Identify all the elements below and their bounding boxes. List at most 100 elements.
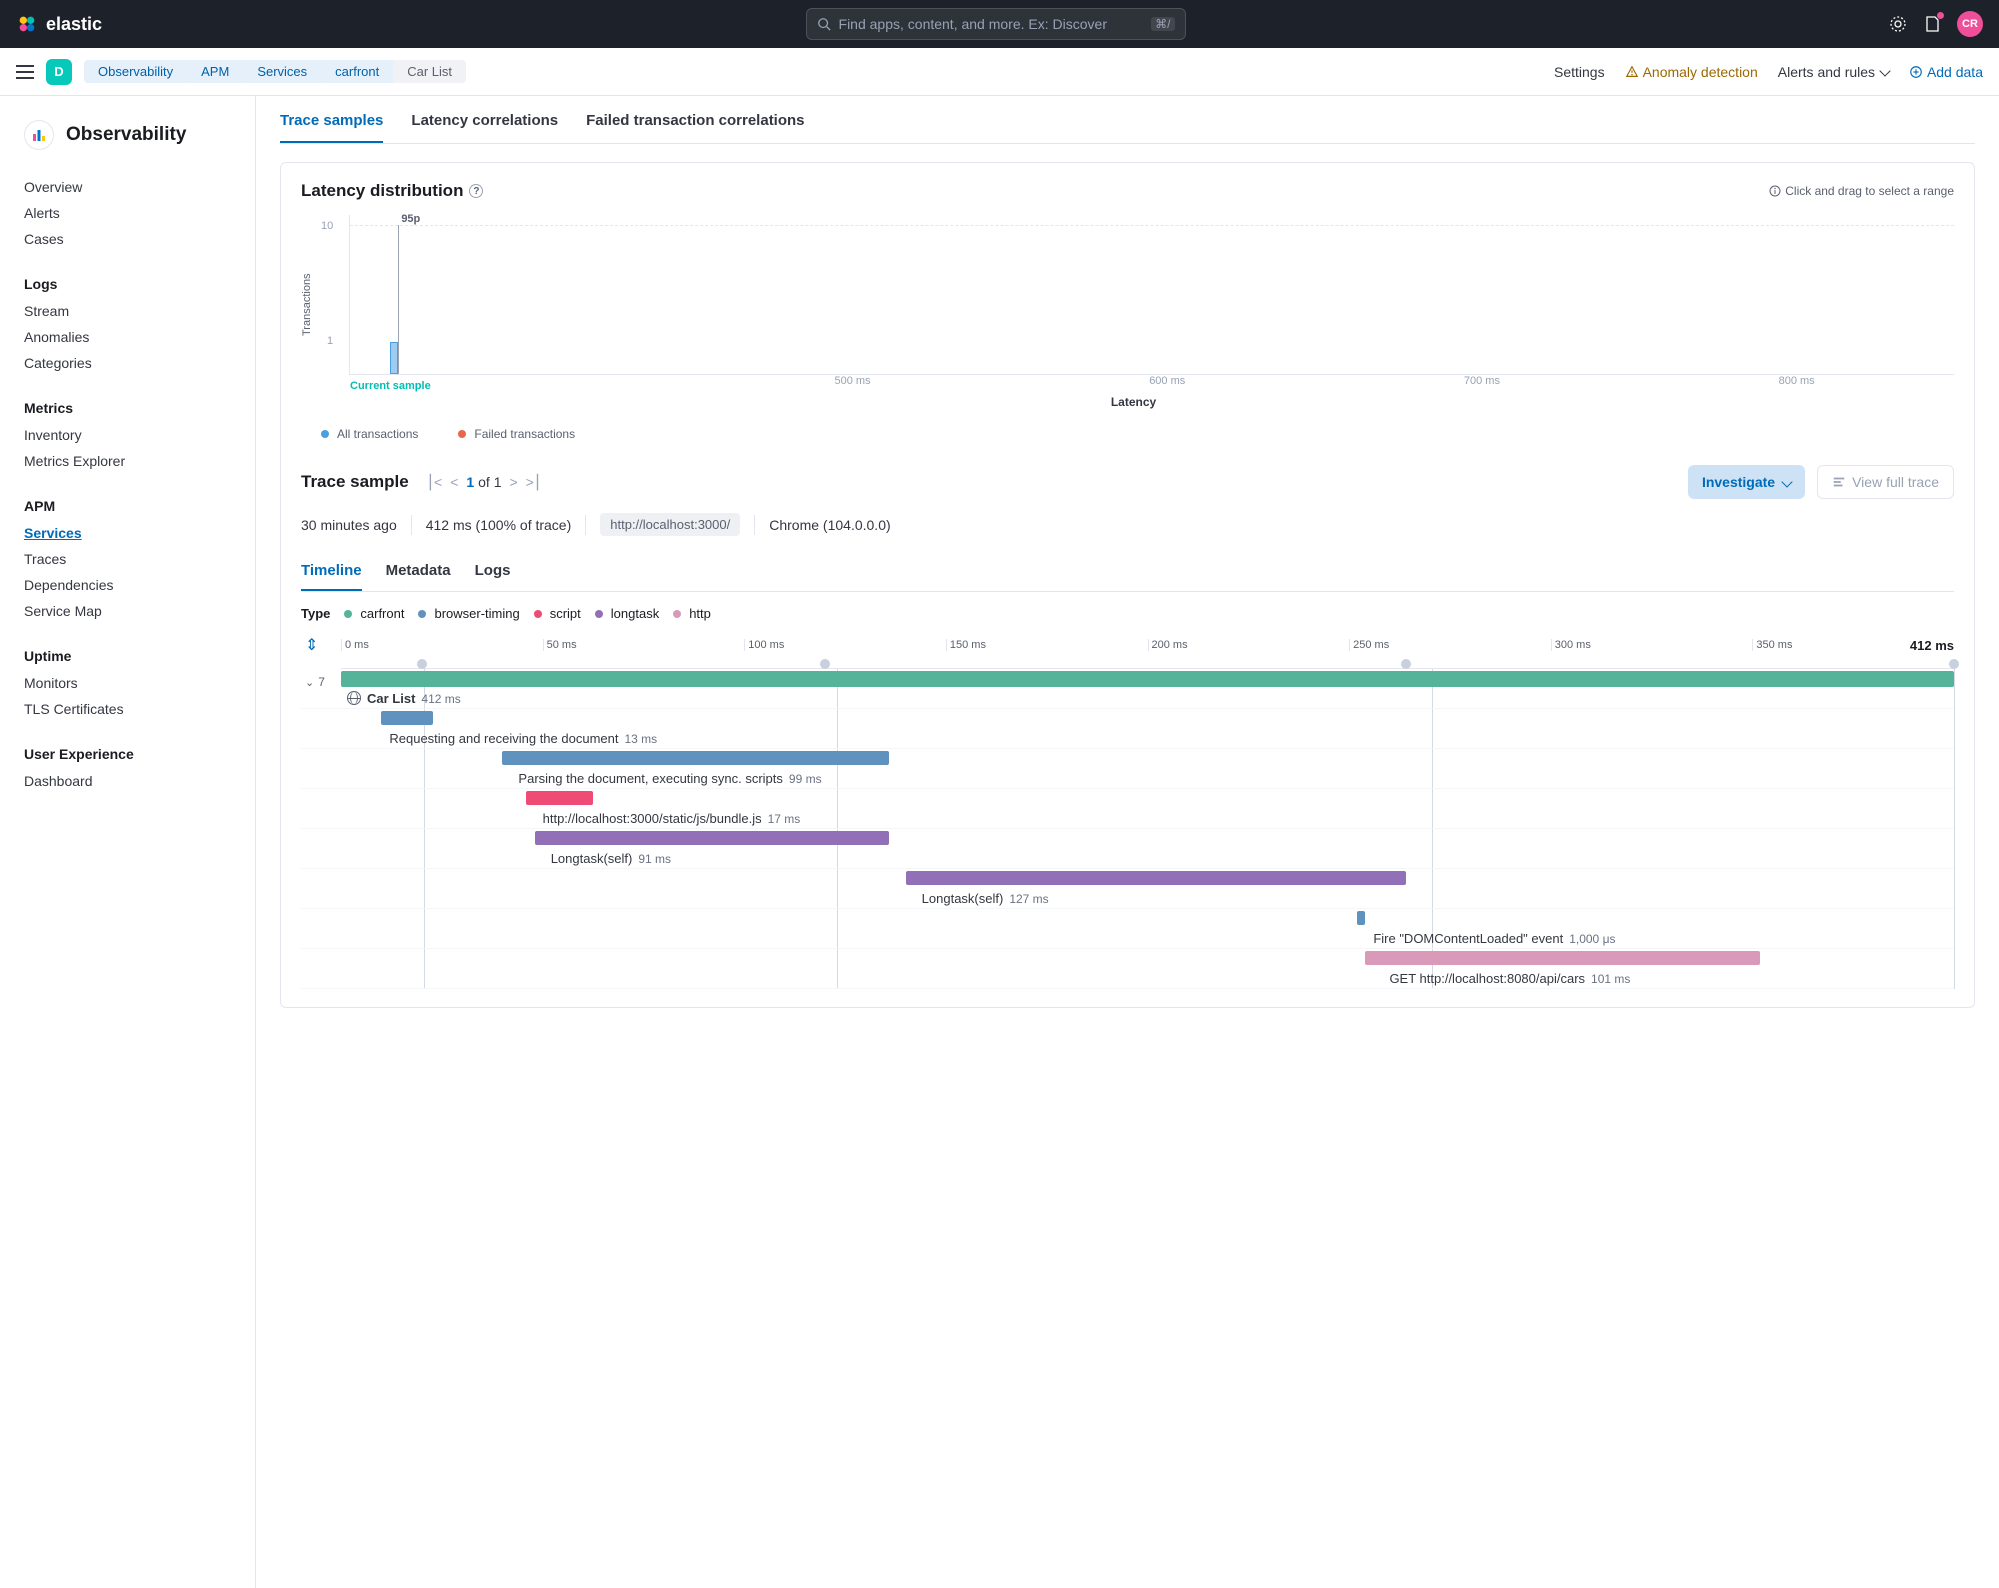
sidebar-item-anomalies[interactable]: Anomalies bbox=[0, 324, 255, 350]
wf-row[interactable]: Longtask(self)91 ms bbox=[301, 829, 1954, 869]
latency-hint: Click and drag to select a range bbox=[1769, 184, 1954, 198]
subtab-logs[interactable]: Logs bbox=[475, 552, 511, 591]
type-carfront[interactable]: carfront bbox=[344, 606, 404, 621]
wf-row[interactable]: Parsing the document, executing sync. sc… bbox=[301, 749, 1954, 789]
tab-latency-correlations[interactable]: Latency correlations bbox=[411, 96, 558, 143]
sidebar-item-cases[interactable]: Cases bbox=[0, 226, 255, 252]
trace-url[interactable]: http://localhost:3000/ bbox=[600, 513, 740, 536]
legend-failed[interactable]: Failed transactions bbox=[458, 427, 575, 441]
anomaly-detection-link[interactable]: Anomaly detection bbox=[1625, 64, 1758, 80]
wf-bar[interactable] bbox=[502, 751, 889, 765]
pager-next-icon[interactable]: > bbox=[509, 474, 517, 490]
sidebar-item-monitors[interactable]: Monitors bbox=[0, 670, 255, 696]
wf-bar[interactable] bbox=[381, 711, 433, 725]
wf-row[interactable]: ⌄ 7Car List412 ms bbox=[301, 669, 1954, 709]
crumb-observability[interactable]: Observability bbox=[84, 60, 187, 83]
newsfeed-icon[interactable] bbox=[1923, 15, 1941, 33]
user-avatar[interactable]: CR bbox=[1957, 11, 1983, 37]
tab-trace-samples[interactable]: Trace samples bbox=[280, 96, 383, 143]
warning-icon bbox=[1625, 65, 1639, 79]
logo[interactable]: elastic bbox=[16, 13, 102, 35]
alerts-rules-link[interactable]: Alerts and rules bbox=[1778, 64, 1889, 80]
search-placeholder: Find apps, content, and more. Ex: Discov… bbox=[839, 16, 1144, 32]
space-badge[interactable]: D bbox=[46, 59, 72, 85]
main-content: Trace samples Latency correlations Faile… bbox=[256, 96, 1999, 1588]
y-axis-label: Transactions bbox=[301, 201, 313, 409]
sidebar-item-categories[interactable]: Categories bbox=[0, 350, 255, 376]
crumb-carfront[interactable]: carfront bbox=[321, 60, 393, 83]
tabs: Trace samples Latency correlations Faile… bbox=[280, 96, 1975, 144]
x-axis-label: Latency bbox=[313, 395, 1954, 409]
add-data-link[interactable]: Add data bbox=[1909, 64, 1983, 80]
current-sample-label: Current sample bbox=[350, 380, 431, 392]
sidebar-item-alerts[interactable]: Alerts bbox=[0, 200, 255, 226]
latency-panel: Latency distribution? Click and drag to … bbox=[280, 162, 1975, 1008]
settings-link[interactable]: Settings bbox=[1554, 64, 1605, 80]
topbar: elastic Find apps, content, and more. Ex… bbox=[0, 0, 1999, 48]
sidebar-label-ux: User Experience bbox=[0, 740, 255, 768]
subtab-timeline[interactable]: Timeline bbox=[301, 552, 362, 591]
sidebar-item-inventory[interactable]: Inventory bbox=[0, 422, 255, 448]
type-script[interactable]: script bbox=[534, 606, 581, 621]
sidebar-label-metrics: Metrics bbox=[0, 394, 255, 422]
wf-row[interactable]: Fire "DOMContentLoaded" event1,000 μs bbox=[301, 909, 1954, 949]
global-search[interactable]: Find apps, content, and more. Ex: Discov… bbox=[806, 8, 1186, 40]
sidebar-label-uptime: Uptime bbox=[0, 642, 255, 670]
sidebar-item-stream[interactable]: Stream bbox=[0, 298, 255, 324]
type-browser-timing[interactable]: browser-timing bbox=[418, 606, 519, 621]
sidebar-item-tls[interactable]: TLS Certificates bbox=[0, 696, 255, 722]
latency-chart[interactable]: 10 1 95p Current sample bbox=[313, 215, 1954, 375]
crumb-carlist[interactable]: Car List bbox=[393, 60, 466, 83]
wf-bar[interactable] bbox=[1365, 951, 1760, 965]
menu-toggle-icon[interactable] bbox=[16, 65, 34, 79]
wf-marker[interactable] bbox=[820, 659, 830, 669]
view-full-trace-button[interactable]: View full trace bbox=[1817, 465, 1954, 499]
subtabs: Timeline Metadata Logs bbox=[301, 552, 1954, 592]
wf-bar[interactable] bbox=[535, 831, 890, 845]
wf-bar[interactable] bbox=[341, 671, 1954, 687]
sidebar-label-apm: APM bbox=[0, 492, 255, 520]
trace-useragent: Chrome (104.0.0.0) bbox=[769, 517, 890, 533]
tab-failed-correlations[interactable]: Failed transaction correlations bbox=[586, 96, 804, 143]
ruler-collapse-icon[interactable]: ⇕ bbox=[305, 635, 325, 655]
wf-row[interactable]: Requesting and receiving the document13 … bbox=[301, 709, 1954, 749]
ruler-end: 412 ms bbox=[1910, 638, 1954, 653]
sidebar-item-services[interactable]: Services bbox=[0, 520, 255, 546]
plus-circle-icon bbox=[1909, 65, 1923, 79]
subtab-metadata[interactable]: Metadata bbox=[386, 552, 451, 591]
trace-meta: 30 minutes ago 412 ms (100% of trace) ht… bbox=[301, 513, 1954, 536]
elastic-logo-icon bbox=[16, 13, 38, 35]
crumb-apm[interactable]: APM bbox=[187, 60, 243, 83]
wf-marker[interactable] bbox=[1401, 659, 1411, 669]
wf-row[interactable]: http://localhost:3000/static/js/bundle.j… bbox=[301, 789, 1954, 829]
wf-bar[interactable] bbox=[1357, 911, 1365, 925]
sidebar-item-traces[interactable]: Traces bbox=[0, 546, 255, 572]
wf-bar[interactable] bbox=[526, 791, 592, 805]
sidebar-item-dashboard[interactable]: Dashboard bbox=[0, 768, 255, 794]
type-longtask[interactable]: longtask bbox=[595, 606, 659, 621]
wf-marker[interactable] bbox=[417, 659, 427, 669]
help-icon[interactable] bbox=[1889, 15, 1907, 33]
sidebar-item-overview[interactable]: Overview bbox=[0, 174, 255, 200]
pager-last-icon[interactable]: >⎮ bbox=[526, 474, 541, 491]
sidebar-item-service-map[interactable]: Service Map bbox=[0, 598, 255, 624]
legend-all[interactable]: All transactions bbox=[321, 427, 418, 441]
crumb-services[interactable]: Services bbox=[243, 60, 321, 83]
help-icon[interactable]: ? bbox=[469, 184, 483, 198]
investigate-button[interactable]: Investigate bbox=[1688, 465, 1805, 499]
wf-bar[interactable] bbox=[906, 871, 1406, 885]
pager-prev-icon[interactable]: < bbox=[450, 474, 458, 490]
sidebar: Observability OverviewAlertsCases LogsSt… bbox=[0, 96, 256, 1588]
info-icon bbox=[1769, 185, 1781, 197]
secondbar: D Observability APM Services carfront Ca… bbox=[0, 48, 1999, 96]
pager-first-icon[interactable]: ⎮< bbox=[427, 474, 442, 491]
wf-row[interactable]: Longtask(self)127 ms bbox=[301, 869, 1954, 909]
type-http[interactable]: http bbox=[673, 606, 711, 621]
wf-marker[interactable] bbox=[1949, 659, 1959, 669]
sidebar-item-metrics-explorer[interactable]: Metrics Explorer bbox=[0, 448, 255, 474]
chart-bar bbox=[390, 342, 398, 374]
globe-icon bbox=[347, 691, 361, 705]
wf-row[interactable]: GET http://localhost:8080/api/cars101 ms bbox=[301, 949, 1954, 989]
latency-legend: All transactions Failed transactions bbox=[301, 427, 1954, 441]
sidebar-item-dependencies[interactable]: Dependencies bbox=[0, 572, 255, 598]
